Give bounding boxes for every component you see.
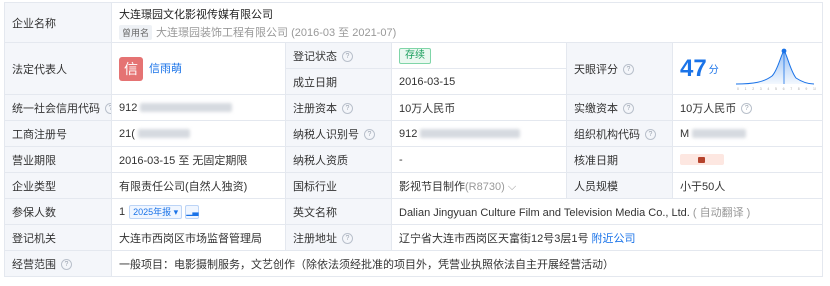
used-name-tag: 曾用名 [119,24,153,40]
reg-address-cell: 辽宁省大连市西岗区天富街12号3层1号 附近公司 [390,224,824,251]
score-axis-tick: 4 [767,87,769,91]
label-approval-date: 核准日期 [566,146,673,173]
status-badge: 存续 [399,47,431,64]
label-reg-authority: 登记机关 [4,224,112,251]
label-org-code: 组织机构代码? [566,120,673,147]
label-business-scope: 经营范围? [4,250,112,277]
score-marker-dot [781,48,787,54]
score-axis-tick: 5 [775,87,777,91]
question-icon[interactable]: ? [645,129,656,141]
score-axis-tick: 1 [745,87,747,91]
company-name-cell: 大连璟园文化影视传媒有限公司 曾用名 大连璟园装饰工程有限公司 (2016-03 … [110,2,824,43]
legal-rep-cell: 信信雨萌 [111,42,286,95]
industry-cell[interactable]: 影视节目制作(R8730) ⌵ [391,172,567,199]
question-icon[interactable]: ? [741,103,753,115]
score-axis-tick: 3 [760,87,762,91]
score-axis-tick: 6 [783,87,785,91]
reg-no-cell: 21( [111,120,286,147]
label-company-name: 企业名称 [4,2,112,43]
question-icon[interactable]: ? [623,64,634,76]
company-info-table: 企业名称 大连璟园文化影视传媒有限公司 曾用名 大连璟园装饰工程有限公司 (201… [4,2,824,277]
label-paid-capital: 实缴资本? [566,94,673,121]
chevron-down-icon[interactable]: ⌵ [508,181,516,193]
chevron-down-icon: ▾ [173,206,179,217]
question-icon[interactable]: ? [61,259,72,271]
taxpayer-qual: - [391,146,567,173]
score-axis-tick: 9 [805,87,807,91]
masked-value [137,129,190,139]
lock-icon[interactable] [680,154,724,166]
score-value: 47 [680,54,707,82]
question-icon[interactable]: ? [342,103,353,115]
question-icon[interactable]: ? [364,129,375,141]
business-term: 2016-03-15 至 无固定期限 [111,146,286,173]
score-unit: 分 [708,65,719,76]
score-axis-tick: 2 [752,87,754,91]
taxpayer-id-cell: 912 [391,120,567,147]
legal-rep-link[interactable]: 信雨萌 [149,62,182,74]
label-insured: 参保人数 [4,198,112,225]
score-axis-ticks: 0 1 2 3 4 5 6 7 8 9 10 [737,87,816,91]
paid-capital-cell: 10万人民币? [671,94,824,121]
masked-value [420,129,521,139]
score-curve-area [736,51,815,84]
label-business-term: 营业期限 [4,146,112,173]
score-axis-tick: 0 [737,87,739,91]
reg-status-cell: 存续 [391,42,567,69]
staff-size: 小于50人 [671,172,824,199]
label-reg-address: 注册地址? [285,224,392,251]
score-axis-tick: 7 [790,87,792,91]
score-axis-tick: 8 [798,87,800,91]
label-reg-no: 工商注册号 [4,120,112,147]
question-icon[interactable]: ? [623,103,634,115]
label-tianyan-score: 天眼评分? [566,42,673,95]
nearby-companies-link[interactable]: 附近公司 [592,233,636,245]
insured-cell: 1 2025年报 ▾ ▁▃ [111,198,286,225]
masked-value [140,103,233,113]
org-code-cell: M [671,120,824,147]
company-name: 大连璟园文化影视传媒有限公司 [119,8,273,21]
chart-icon[interactable]: ▁▃ [185,204,200,219]
label-est-date: 成立日期 [285,68,392,95]
credit-code-cell: 912 [111,94,286,121]
auto-translate-note: ( 自动翻译 ) [692,206,751,219]
masked-value [692,129,747,139]
label-staff-size: 人员规模 [566,172,673,199]
reg-capital: 10万人民币 [391,94,567,121]
reg-authority: 大连市西岗区市场监督管理局 [111,224,286,251]
question-icon[interactable]: ? [342,51,353,63]
label-reg-capital: 注册资本? [285,94,392,121]
label-company-type: 企业类型 [4,172,112,199]
est-date: 2016-03-15 [391,68,567,95]
business-scope: 一般项目：电影摄制服务，文艺创作（除依法须经批准的项目外，凭营业执照依法自主开展… [110,250,824,277]
company-type: 有限责任公司(自然人独资) [111,172,286,199]
score-distribution-chart: 0 1 2 3 4 5 6 7 8 9 10 [736,48,816,91]
label-taxpayer-id: 纳税人识别号? [285,120,392,147]
label-taxpayer-qual: 纳税人资质 [285,146,392,173]
label-english-name: 英文名称 [285,198,392,225]
score-axis-tick: 10 [813,87,816,91]
tianyan-score-cell[interactable]: 47分 0 1 2 3 4 5 6 7 8 9 10 [671,42,824,95]
label-industry: 国标行业 [285,172,392,199]
label-reg-status: 登记状态? [285,42,392,69]
english-name-cell: Dalian Jingyuan Culture Film and Televis… [390,198,824,225]
approval-date-cell[interactable] [671,146,824,173]
question-icon[interactable]: ? [105,103,111,115]
question-icon[interactable]: ? [342,233,353,245]
year-report-dropdown[interactable]: 2025年报 ▾ [129,204,183,219]
avatar: 信 [119,56,143,81]
label-legal-rep: 法定代表人 [4,42,112,95]
label-credit-code: 统一社会信用代码? [4,94,112,121]
used-name: 大连璟园装饰工程有限公司 (2016-03 至 2021-07) [156,26,397,39]
